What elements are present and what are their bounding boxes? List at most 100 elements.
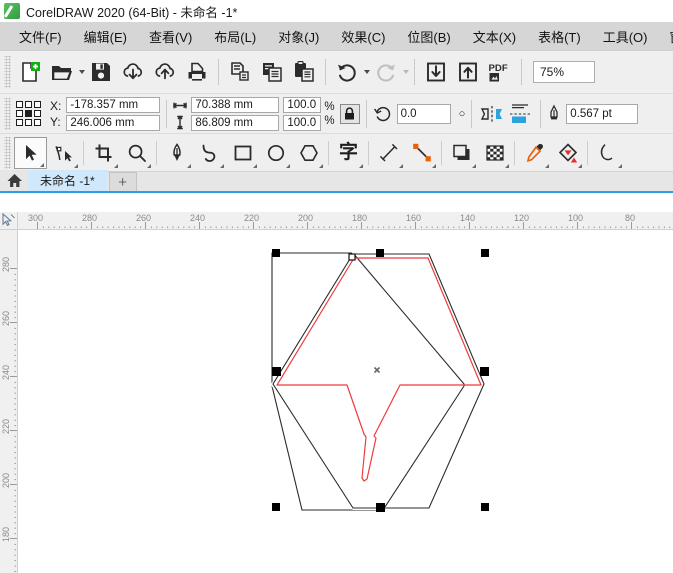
object-width-input[interactable]: 70.388 mm [191, 97, 279, 113]
tool-text[interactable]: 字 [332, 137, 365, 169]
percent-labels: % % [324, 101, 334, 127]
x-position-input[interactable]: -178.357 mm [66, 97, 160, 113]
print-button[interactable] [181, 55, 213, 89]
open-document-button[interactable] [46, 55, 78, 89]
tool-ellipse[interactable] [259, 137, 292, 169]
redo-dropdown-icon[interactable] [403, 70, 409, 74]
tool-pick-flyout-icon[interactable] [40, 163, 44, 167]
tool-color-eyedropper-flyout-icon[interactable] [545, 164, 549, 168]
tool-shape-flyout-icon[interactable] [74, 164, 78, 168]
tool-smart-fill[interactable] [591, 137, 624, 169]
object-origin-icon[interactable] [14, 100, 44, 128]
menu-layout[interactable]: 布局(L) [203, 24, 267, 49]
mirror-vertical-icon[interactable] [506, 97, 534, 131]
menu-file[interactable]: 文件(F) [8, 24, 73, 49]
menu-object[interactable]: 对象(J) [267, 24, 330, 49]
undo-button[interactable] [331, 55, 363, 89]
tool-shape[interactable] [47, 137, 80, 169]
handle-top-center[interactable] [376, 249, 384, 257]
tool-text-flyout-icon[interactable] [359, 164, 363, 168]
tool-transparency[interactable] [478, 137, 511, 169]
tool-parallel-dimension-flyout-icon[interactable] [399, 164, 403, 168]
handle-middle-left[interactable] [272, 367, 281, 376]
tool-drop-shadow-flyout-icon[interactable] [472, 164, 476, 168]
menu-bitmap[interactable]: 位图(B) [396, 24, 461, 49]
menu-view[interactable]: 查看(V) [138, 24, 203, 49]
tool-transparency-flyout-icon[interactable] [505, 164, 509, 168]
tool-freehand[interactable] [160, 137, 193, 169]
tool-crop-flyout-icon[interactable] [114, 164, 118, 168]
tool-interactive-fill-flyout-icon[interactable] [578, 164, 582, 168]
menu-text[interactable]: 文本(X) [462, 24, 527, 49]
shape-original-outline[interactable] [272, 253, 464, 510]
tool-color-eyedropper[interactable] [518, 137, 551, 169]
selection-handles[interactable] [272, 249, 489, 512]
tool-interactive-fill[interactable] [551, 137, 584, 169]
handle-middle-right[interactable] [480, 367, 489, 376]
add-document-tab-button[interactable]: + [109, 172, 137, 191]
redo-button[interactable] [370, 55, 402, 89]
toolbar-grip[interactable] [4, 56, 11, 88]
shape-edited-path[interactable] [277, 258, 481, 481]
paste-button[interactable] [288, 55, 320, 89]
handle-bottom-center[interactable] [376, 503, 385, 512]
cloud-download-button[interactable] [117, 55, 149, 89]
y-position-input[interactable]: 246.006 mm [66, 115, 160, 131]
handle-top-left[interactable] [272, 249, 280, 257]
rotation-angle-input[interactable]: 0.0 [397, 104, 451, 124]
export-button[interactable] [452, 55, 484, 89]
tool-smart-fill-flyout-icon[interactable] [618, 164, 622, 168]
handle-bottom-right[interactable] [481, 503, 489, 511]
tool-artistic-media-flyout-icon[interactable] [220, 164, 224, 168]
tool-polygon[interactable] [292, 137, 325, 169]
menu-edit[interactable]: 编辑(E) [73, 24, 138, 49]
copy-button[interactable] [256, 55, 288, 89]
tool-polygon-flyout-icon[interactable] [319, 164, 323, 168]
tool-pick[interactable] [14, 137, 47, 169]
tool-parallel-dimension[interactable] [372, 137, 405, 169]
menu-effects[interactable]: 效果(C) [330, 24, 396, 49]
new-document-button[interactable] [14, 55, 46, 89]
tool-artistic-media[interactable] [193, 137, 226, 169]
tool-straight-line-connector[interactable] [405, 137, 438, 169]
menu-window[interactable]: 窗口 [658, 24, 673, 49]
handle-bottom-left[interactable] [272, 503, 280, 511]
scale-y-input[interactable]: 100.0 [283, 115, 321, 131]
tool-freehand-flyout-icon[interactable] [187, 164, 191, 168]
property-bar-grip[interactable] [4, 98, 11, 130]
cloud-upload-button[interactable] [149, 55, 181, 89]
mirror-horizontal-icon[interactable] [478, 97, 506, 131]
tool-crop[interactable] [87, 137, 120, 169]
import-button[interactable] [420, 55, 452, 89]
node-square[interactable] [349, 254, 355, 260]
publish-to-pdf-button[interactable]: PDF [484, 55, 516, 89]
vertical-ruler[interactable]: 280 260 240 220 200 180 [0, 230, 18, 573]
tool-ellipse-flyout-icon[interactable] [286, 164, 290, 168]
hruler-label-8: 140 [460, 213, 475, 223]
hruler-label-11: 80 [625, 213, 635, 223]
tool-zoom[interactable] [120, 137, 153, 169]
tool-rectangle-flyout-icon[interactable] [253, 164, 257, 168]
toolbox-grip[interactable] [4, 137, 11, 169]
ruler-origin-icon[interactable] [0, 212, 18, 230]
save-button[interactable] [85, 55, 117, 89]
shape-original-hexagon[interactable] [273, 254, 484, 508]
tool-zoom-flyout-icon[interactable] [147, 164, 151, 168]
tool-rectangle[interactable] [226, 137, 259, 169]
zoom-level-input[interactable]: 75% [533, 61, 595, 83]
menu-table[interactable]: 表格(T) [527, 24, 592, 49]
menu-tools[interactable]: 工具(O) [592, 24, 659, 49]
doc-tab-untitled-1[interactable]: 未命名 -1* [28, 170, 107, 191]
object-height-input[interactable]: 86.809 mm [191, 115, 279, 131]
scale-x-input[interactable]: 100.0 [283, 97, 321, 113]
lock-ratio-icon[interactable] [340, 104, 360, 124]
tool-straight-line-connector-flyout-icon[interactable] [432, 164, 436, 168]
outline-width-input[interactable]: 0.567 pt [566, 104, 638, 124]
hruler-label-5: 200 [298, 213, 313, 223]
horizontal-ruler[interactable]: 300 280 260 240 220 200 180 160 140 120 … [0, 212, 673, 230]
home-icon[interactable] [0, 170, 28, 191]
cut-button[interactable] [224, 55, 256, 89]
handle-top-right[interactable] [481, 249, 489, 257]
tool-drop-shadow[interactable] [445, 137, 478, 169]
drawing-canvas[interactable] [19, 231, 673, 573]
